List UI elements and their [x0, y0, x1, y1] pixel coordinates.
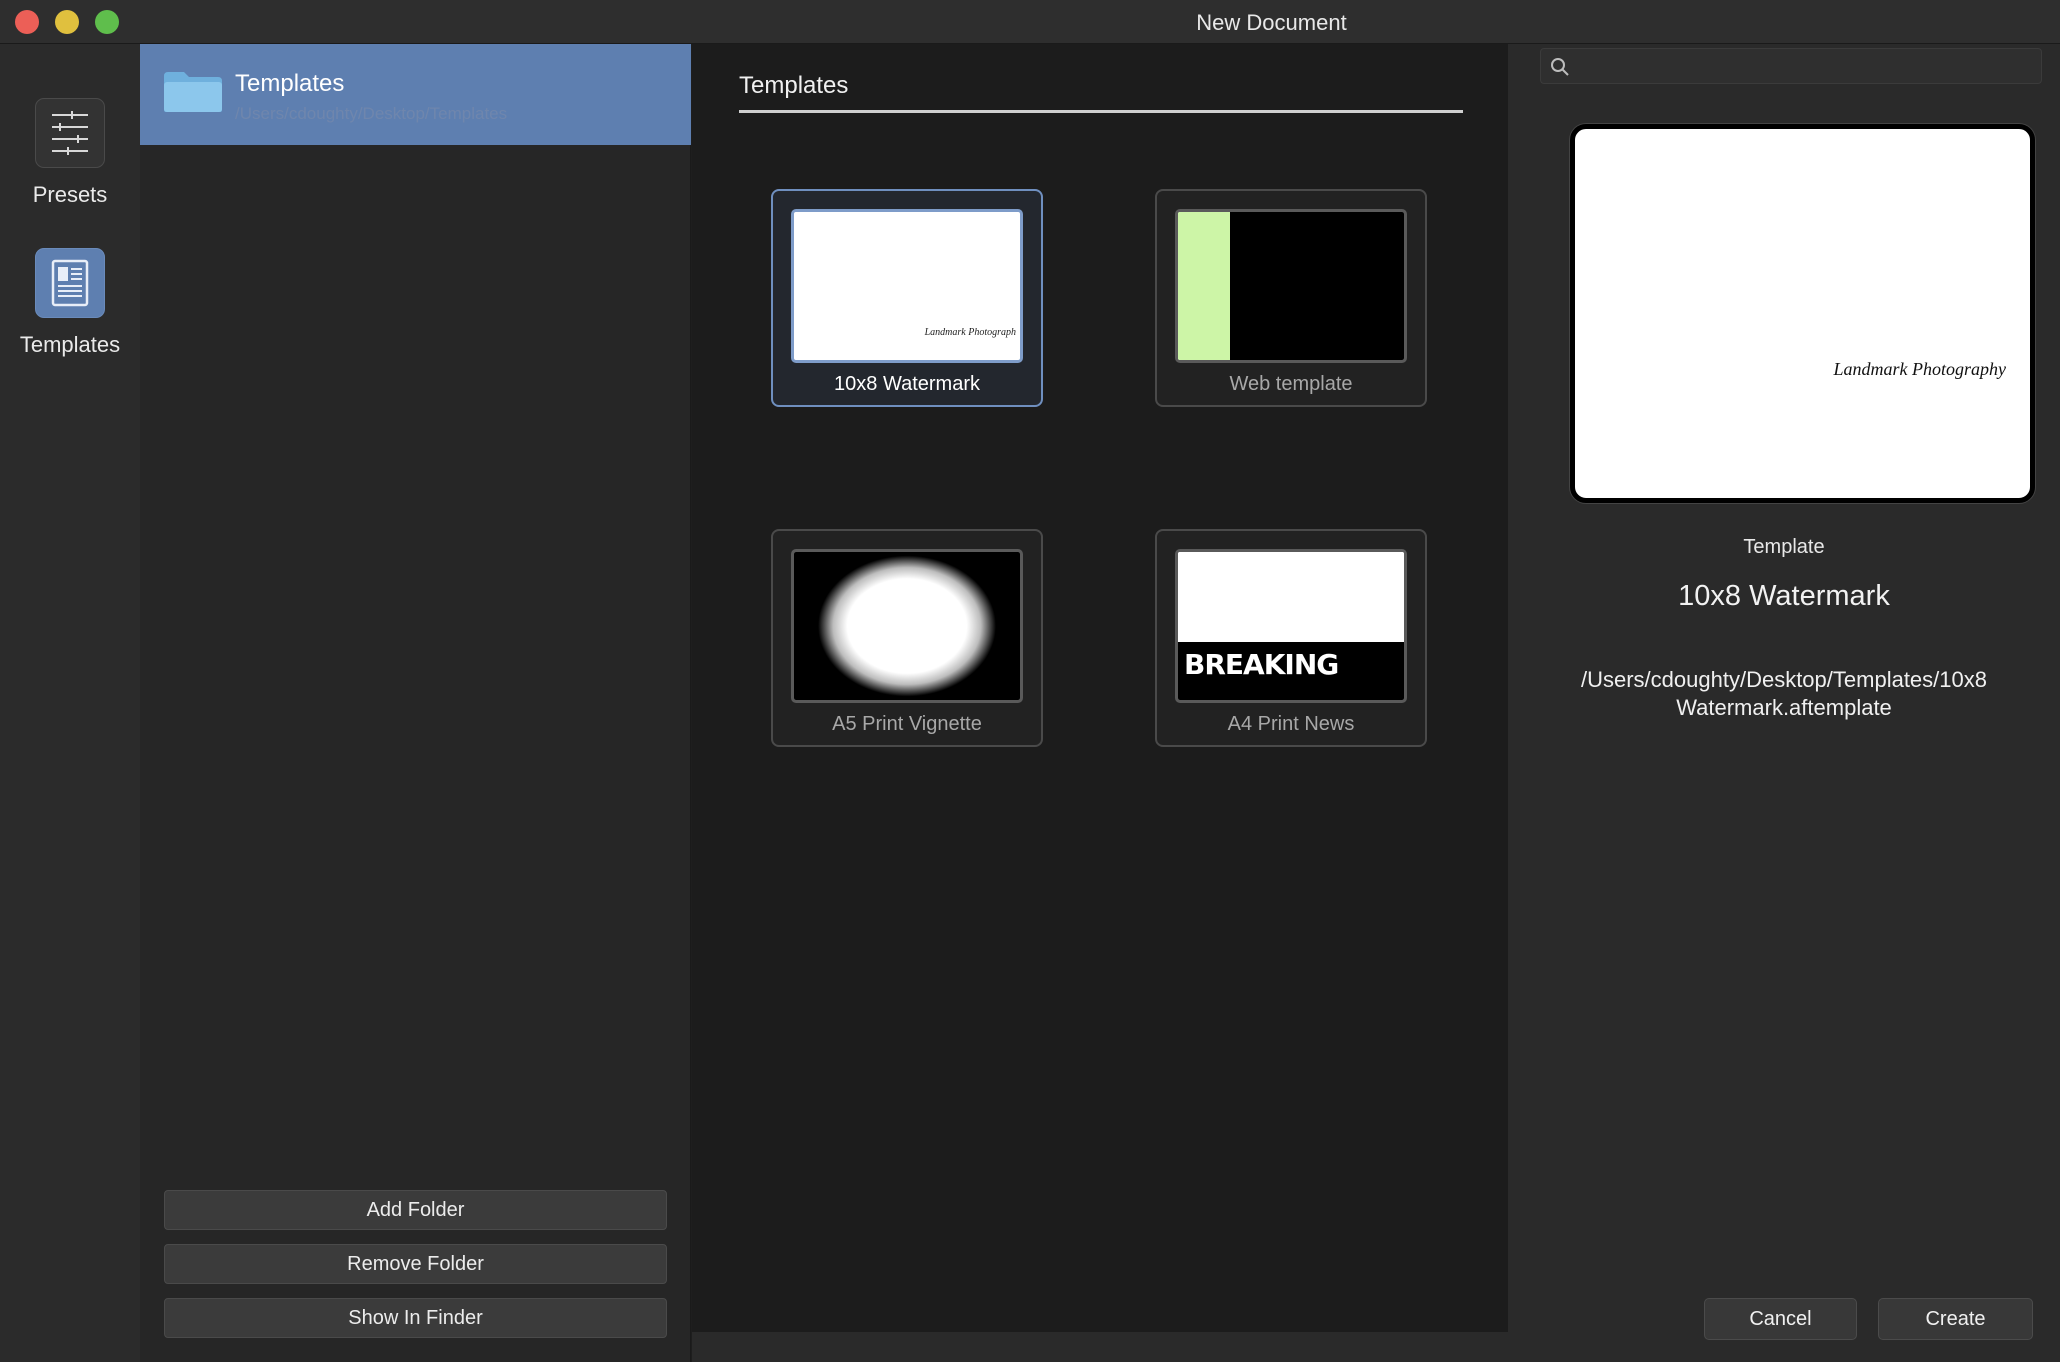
remove-folder-button[interactable]: Remove Folder — [164, 1244, 667, 1284]
rail-item-templates[interactable]: Templates — [0, 248, 140, 358]
grid-title-underline — [739, 110, 1463, 113]
template-tile-label: A5 Print Vignette — [832, 713, 982, 735]
preview-watermark-text: Landmark Photography — [1833, 359, 2007, 379]
template-preview: Landmark Photography — [1570, 124, 2035, 503]
window-title: New Document — [1196, 10, 1347, 35]
folder-item-templates[interactable]: Templates /Users/cdoughty/Desktop/Templa… — [140, 44, 691, 145]
detail-kind-label: Template — [1743, 536, 1825, 558]
template-thumbnail — [791, 549, 1023, 703]
create-button[interactable]: Create — [1878, 1298, 2033, 1340]
rail-label-presets: Presets — [32, 182, 108, 207]
folder-list-panel: Templates /Users/cdoughty/Desktop/Templa… — [140, 44, 691, 1362]
category-rail: Presets Templates — [0, 44, 140, 1362]
grid-bottom-bar — [692, 1332, 1508, 1362]
show-in-finder-button[interactable]: Show In Finder — [164, 1298, 667, 1338]
template-thumbnail: Landmark Photograph — [791, 209, 1023, 363]
grid-title: Templates — [739, 72, 849, 99]
template-tile-a5-print-vignette[interactable]: A5 Print Vignette — [771, 529, 1043, 747]
detail-template-path: /Users/cdoughty/Desktop/Templates/10x8 W… — [1581, 667, 1987, 720]
template-thumbnail: BREAKING — [1175, 549, 1407, 703]
template-detail-panel: Landmark Photography Template 10x8 Water… — [1508, 44, 2060, 1362]
search-icon — [1551, 58, 1569, 76]
add-folder-button[interactable]: Add Folder — [164, 1190, 667, 1230]
thumbnail-white-area — [1178, 552, 1404, 642]
cancel-button[interactable]: Cancel — [1704, 1298, 1857, 1340]
folder-path: /Users/cdoughty/Desktop/Templates — [235, 104, 508, 123]
template-tile-label: A4 Print News — [1227, 713, 1355, 735]
template-grid: Templates Landmark Photograph 10x8 Water… — [692, 44, 1508, 1332]
template-tile-10x8-watermark[interactable]: Landmark Photograph 10x8 Watermark — [771, 189, 1043, 407]
thumbnail-watermark-text: Landmark Photograph — [924, 327, 1016, 338]
template-tile-web-template[interactable]: Web template — [1155, 189, 1427, 407]
thumbnail-black-area — [1230, 212, 1404, 360]
template-tile-label: 10x8 Watermark — [834, 373, 980, 395]
template-thumbnail — [1175, 209, 1407, 363]
folder-icon — [164, 72, 222, 112]
template-tile-a4-print-news[interactable]: BREAKING A4 Print News — [1155, 529, 1427, 747]
template-tile-label: Web template — [1229, 373, 1353, 395]
rail-label-templates: Templates — [19, 332, 121, 357]
folder-name: Templates — [235, 70, 345, 97]
thumbnail-vignette — [794, 552, 1020, 700]
template-document-icon — [35, 248, 105, 318]
detail-template-name: 10x8 Watermark — [1678, 580, 1890, 612]
sliders-icon — [35, 98, 105, 168]
thumbnail-green-strip — [1178, 212, 1230, 360]
rail-item-presets[interactable]: Presets — [0, 98, 140, 208]
search-input[interactable] — [1577, 53, 2037, 79]
title-bar: New Document — [0, 0, 2060, 44]
search-field[interactable] — [1540, 48, 2042, 84]
thumbnail-headline-text: BREAKING — [1184, 648, 1339, 681]
